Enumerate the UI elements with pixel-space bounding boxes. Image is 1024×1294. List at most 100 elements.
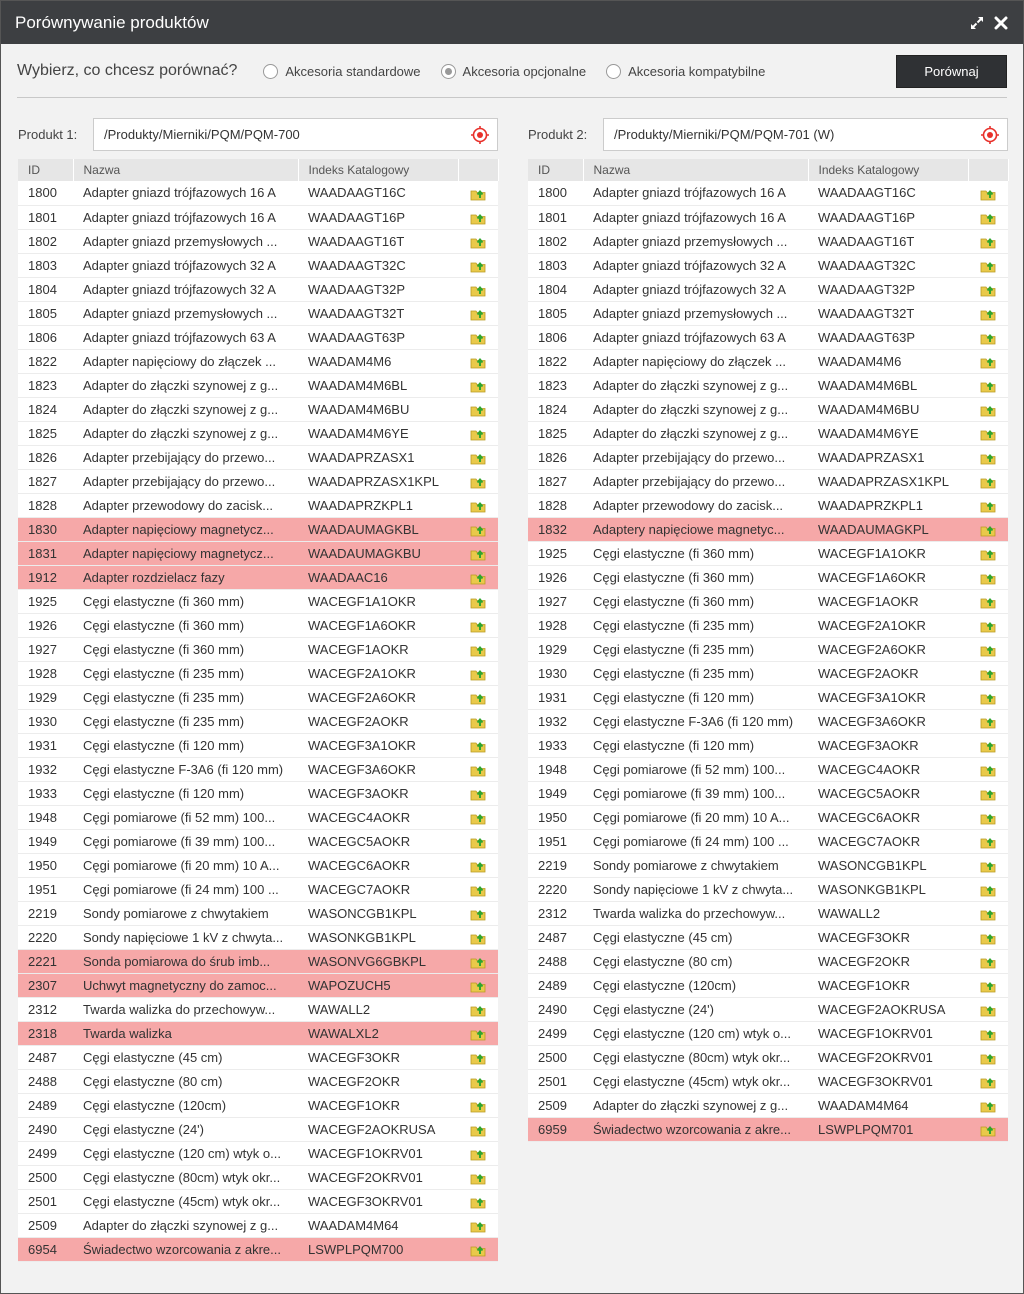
close-x-icon[interactable] xyxy=(993,15,1009,31)
folder-export-icon[interactable] xyxy=(980,499,996,513)
folder-export-icon[interactable] xyxy=(470,235,486,249)
table-row[interactable]: 1927 Cęgi elastyczne (fi 360 mm) WACEGF1AO… xyxy=(18,637,498,662)
column-header-id[interactable]: ID xyxy=(528,159,584,181)
table-row[interactable]: 1822 Adapter napięciowy do złączek ... WAA… xyxy=(18,349,498,374)
column-header-index[interactable]: Indeks Katalogowy xyxy=(808,159,969,181)
column-header-name[interactable]: Nazwa xyxy=(583,159,809,181)
folder-export-icon[interactable] xyxy=(980,667,996,681)
folder-export-icon[interactable] xyxy=(470,787,486,801)
folder-export-icon[interactable] xyxy=(470,427,486,441)
folder-export-icon[interactable] xyxy=(470,835,486,849)
folder-export-icon[interactable] xyxy=(980,1123,996,1137)
table-row[interactable]: 1804 Adapter gniazd trójfazowych 32 A WAAD… xyxy=(18,277,498,302)
table-row[interactable]: 1933 Cęgi elastyczne (fi 120 mm) WACEGF3AO… xyxy=(18,781,498,806)
table-row[interactable]: 1950 Cęgi pomiarowe (fi 20 mm) 10 A... WAC… xyxy=(18,853,498,878)
folder-export-icon[interactable] xyxy=(980,643,996,657)
folder-export-icon[interactable] xyxy=(470,1219,486,1233)
folder-export-icon[interactable] xyxy=(980,475,996,489)
table-row[interactable]: 1931 Cęgi elastyczne (fi 120 mm) WACEGF3A1… xyxy=(528,685,1008,710)
folder-export-icon[interactable] xyxy=(980,403,996,417)
folder-export-icon[interactable] xyxy=(470,475,486,489)
table-row[interactable]: 1929 Cęgi elastyczne (fi 235 mm) WACEGF2A6… xyxy=(528,637,1008,662)
product2-path-field[interactable]: /Produkty/Mierniki/PQM/PQM-701 (W) xyxy=(603,118,1008,151)
table-row[interactable]: 1925 Cęgi elastyczne (fi 360 mm) WACEGF1A1… xyxy=(528,541,1008,566)
radio-standard-accessories[interactable]: Akcesoria standardowe xyxy=(263,63,421,79)
folder-export-icon[interactable] xyxy=(470,667,486,681)
table-row[interactable]: 2488 Cęgi elastyczne (80 cm) WACEGF2OKR xyxy=(528,949,1008,974)
table-row[interactable]: 1827 Adapter przebijający do przewo... WAA… xyxy=(528,469,1008,494)
folder-export-icon[interactable] xyxy=(980,283,996,297)
folder-export-icon[interactable] xyxy=(980,379,996,393)
folder-export-icon[interactable] xyxy=(470,187,486,201)
folder-export-icon[interactable] xyxy=(980,1003,996,1017)
table-row[interactable]: 1826 Adapter przebijający do przewo... WAA… xyxy=(528,445,1008,470)
table-row[interactable]: 1949 Cęgi pomiarowe (fi 39 mm) 100... WACE… xyxy=(18,829,498,854)
table-row[interactable]: 2487 Cęgi elastyczne (45 cm) WACEGF3OKR xyxy=(18,1045,498,1070)
folder-export-icon[interactable] xyxy=(470,955,486,969)
target-icon[interactable] xyxy=(981,125,999,144)
table-row[interactable]: 2500 Cęgi elastyczne (80cm) wtyk okr... WA… xyxy=(528,1045,1008,1070)
folder-export-icon[interactable] xyxy=(470,1123,486,1137)
folder-export-icon[interactable] xyxy=(470,931,486,945)
folder-export-icon[interactable] xyxy=(980,955,996,969)
folder-export-icon[interactable] xyxy=(980,835,996,849)
folder-export-icon[interactable] xyxy=(980,931,996,945)
table-row[interactable]: 1802 Adapter gniazd przemysłowych ... WAAD… xyxy=(528,229,1008,254)
table-row[interactable]: 2509 Adapter do złączki szynowej z g... WA… xyxy=(18,1213,498,1238)
folder-export-icon[interactable] xyxy=(470,355,486,369)
table-row[interactable]: 2499 Cęgi elastyczne (120 cm) wtyk o... WA… xyxy=(18,1141,498,1166)
table-row-different[interactable]: 1831 Adapter napięciowy magnetycz... WAADA… xyxy=(18,541,498,566)
table-row[interactable]: 1926 Cęgi elastyczne (fi 360 mm) WACEGF1A6… xyxy=(18,613,498,638)
table-row[interactable]: 1824 Adapter do złączki szynowej z g... WA… xyxy=(528,397,1008,422)
folder-export-icon[interactable] xyxy=(980,307,996,321)
table-row[interactable]: 2489 Cęgi elastyczne (120cm) WACEGF1OKR xyxy=(18,1093,498,1118)
table-row[interactable]: 1805 Adapter gniazd przemysłowych ... WAAD… xyxy=(528,301,1008,326)
folder-export-icon[interactable] xyxy=(470,643,486,657)
folder-export-icon[interactable] xyxy=(470,1195,486,1209)
folder-export-icon[interactable] xyxy=(470,811,486,825)
folder-export-icon[interactable] xyxy=(980,1075,996,1089)
folder-export-icon[interactable] xyxy=(980,235,996,249)
folder-export-icon[interactable] xyxy=(470,211,486,225)
column-header-name[interactable]: Nazwa xyxy=(73,159,299,181)
table-row-different[interactable]: 1832 Adaptery napięciowe magnetyc... WAADA… xyxy=(528,517,1008,542)
folder-export-icon[interactable] xyxy=(470,379,486,393)
table-row[interactable]: 2487 Cęgi elastyczne (45 cm) WACEGF3OKR xyxy=(528,925,1008,950)
table-row[interactable]: 1925 Cęgi elastyczne (fi 360 mm) WACEGF1A1… xyxy=(18,589,498,614)
folder-export-icon[interactable] xyxy=(470,451,486,465)
folder-export-icon[interactable] xyxy=(470,739,486,753)
table-row[interactable]: 1950 Cęgi pomiarowe (fi 20 mm) 10 A... WAC… xyxy=(528,805,1008,830)
folder-export-icon[interactable] xyxy=(470,1003,486,1017)
table-row[interactable]: 2489 Cęgi elastyczne (120cm) WACEGF1OKR xyxy=(528,973,1008,998)
table-row[interactable]: 2488 Cęgi elastyczne (80 cm) WACEGF2OKR xyxy=(18,1069,498,1094)
folder-export-icon[interactable] xyxy=(980,907,996,921)
folder-export-icon[interactable] xyxy=(980,1027,996,1041)
table-row[interactable]: 1826 Adapter przebijający do przewo... WAA… xyxy=(18,445,498,470)
folder-export-icon[interactable] xyxy=(470,907,486,921)
folder-export-icon[interactable] xyxy=(470,595,486,609)
table-row[interactable]: 1929 Cęgi elastyczne (fi 235 mm) WACEGF2A6… xyxy=(18,685,498,710)
table-row[interactable]: 1948 Cęgi pomiarowe (fi 52 mm) 100... WACE… xyxy=(528,757,1008,782)
target-icon[interactable] xyxy=(471,125,489,144)
table-row[interactable]: 2490 Cęgi elastyczne (24') WACEGF2AOKRUSA xyxy=(18,1117,498,1142)
table-row[interactable]: 1803 Adapter gniazd trójfazowych 32 A WAAD… xyxy=(18,253,498,278)
table-row[interactable]: 1948 Cęgi pomiarowe (fi 52 mm) 100... WACE… xyxy=(18,805,498,830)
table-row[interactable]: 2220 Sondy napięciowe 1 kV z chwyta... WAS… xyxy=(18,925,498,950)
folder-export-icon[interactable] xyxy=(980,211,996,225)
table-row[interactable]: 1806 Adapter gniazd trójfazowych 63 A WAAD… xyxy=(528,325,1008,350)
table-row[interactable]: 1951 Cęgi pomiarowe (fi 24 mm) 100 ... WAC… xyxy=(18,877,498,902)
folder-export-icon[interactable] xyxy=(470,1075,486,1089)
radio-compatible-accessories[interactable]: Akcesoria kompatybilne xyxy=(606,63,765,79)
table-row[interactable]: 2220 Sondy napięciowe 1 kV z chwyta... WAS… xyxy=(528,877,1008,902)
folder-export-icon[interactable] xyxy=(470,691,486,705)
folder-export-icon[interactable] xyxy=(470,403,486,417)
table-row[interactable]: 1801 Adapter gniazd trójfazowych 16 A WAAD… xyxy=(528,205,1008,230)
table-row-different[interactable]: 1830 Adapter napięciowy magnetycz... WAADA… xyxy=(18,517,498,542)
table-row[interactable]: 2312 Twarda walizka do przechowyw... WAWAL… xyxy=(18,997,498,1022)
folder-export-icon[interactable] xyxy=(470,307,486,321)
table-row[interactable]: 1825 Adapter do złączki szynowej z g... WA… xyxy=(528,421,1008,446)
table-row[interactable]: 1802 Adapter gniazd przemysłowych ... WAAD… xyxy=(18,229,498,254)
folder-export-icon[interactable] xyxy=(470,1243,486,1257)
table-row[interactable]: 1932 Cęgi elastyczne F-3A6 (fi 120 mm) WAC… xyxy=(528,709,1008,734)
folder-export-icon[interactable] xyxy=(470,883,486,897)
